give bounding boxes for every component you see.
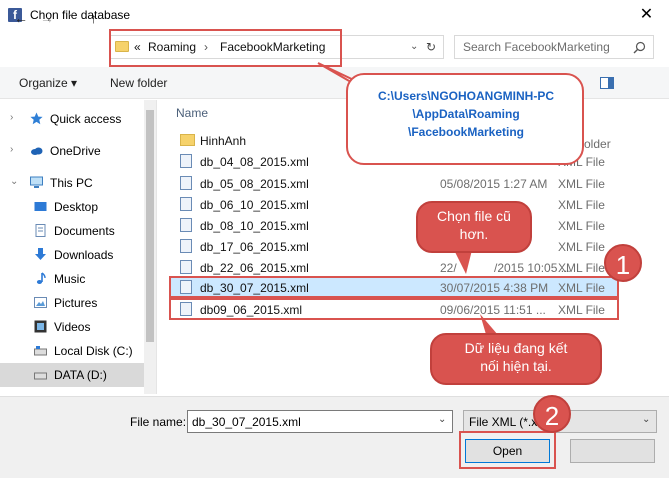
refresh-icon[interactable]: ↻	[426, 40, 436, 54]
current-callout-line-2: nối hiện tại.	[480, 358, 552, 374]
file-name-dropdown-icon[interactable]: ⌄	[438, 414, 446, 425]
sidebar-item-onedrive[interactable]: › OneDrive	[0, 139, 156, 163]
cancel-button[interactable]	[570, 439, 655, 463]
file-name: db_22_06_2015.xml	[200, 261, 309, 275]
sidebar-item-music[interactable]: Music	[0, 267, 156, 291]
sidebar-label: Quick access	[50, 112, 122, 126]
up-icon[interactable]: ↑	[90, 10, 97, 26]
download-icon	[35, 248, 46, 260]
sidebar-label: OneDrive	[50, 144, 101, 158]
open-button-highlight	[459, 431, 556, 469]
sidebar-label: Desktop	[54, 200, 99, 214]
xml-file-icon	[180, 176, 192, 190]
sidebar-item-downloads[interactable]: Downloads	[0, 243, 156, 267]
file-type: XML File	[558, 261, 605, 275]
folder-icon	[180, 134, 195, 146]
file-name: db_08_10_2015.xml	[200, 219, 309, 233]
sidebar-item-this-pc[interactable]: ⌄ This PC	[0, 171, 156, 195]
star-icon	[30, 112, 43, 125]
current-callout-line-1: Dữ liệu đang kết	[464, 340, 568, 356]
sidebar-label: Local Disk (C:)	[54, 344, 133, 358]
step-badge-2: 2	[533, 395, 571, 433]
file-type-value: File XML (*.x	[469, 415, 538, 429]
sidebar-item-pictures[interactable]: Pictures	[0, 291, 156, 315]
sidebar-label: Downloads	[54, 248, 114, 262]
videos-icon	[34, 320, 47, 333]
older-callout-line-1: Chọn file cũ	[437, 208, 511, 224]
file-type: XML File	[558, 198, 605, 212]
address-dropdown-icon[interactable]: ⌄	[410, 41, 418, 52]
file-row[interactable]: db_17_06_2015.xml XML File	[170, 236, 618, 257]
file-name: db_04_08_2015.xml	[200, 155, 309, 169]
forward-icon[interactable]: →	[40, 10, 54, 26]
file-row[interactable]: db_08_10_2015.xml XML File	[170, 215, 618, 236]
sidebar-item-local-disk-c[interactable]: Local Disk (C:)	[0, 339, 156, 363]
file-type: XML File	[558, 240, 605, 254]
music-icon	[36, 272, 46, 284]
search-placeholder: Search FacebookMarketing	[463, 40, 610, 54]
computer-icon	[30, 176, 43, 188]
current-file-highlight	[169, 298, 619, 320]
desktop-icon	[34, 202, 47, 211]
sidebar-item-documents[interactable]: Documents	[0, 219, 156, 243]
selected-file-highlight	[169, 276, 619, 298]
path-callout-line-1: C:\Users\NGOHOANGMINH-PC	[377, 89, 554, 103]
recent-dropdown-icon[interactable]: ⌄	[66, 6, 75, 19]
cloud-icon	[31, 147, 43, 155]
file-row[interactable]: db_22_06_2015.xml 22/ /2015 10:05 ... XM…	[170, 257, 618, 278]
column-header-name[interactable]: Name	[176, 106, 208, 120]
drive-icon	[34, 372, 47, 380]
sidebar-label: DATA (D:)	[54, 368, 107, 382]
xml-file-icon	[180, 218, 192, 232]
file-name: db_06_10_2015.xml	[200, 198, 309, 212]
sidebar-item-data-d[interactable]: DATA (D:)	[0, 363, 156, 387]
chevron-right-icon: ›	[10, 144, 14, 155]
file-name: HinhAnh	[200, 134, 247, 148]
file-name-label: File name:	[130, 415, 187, 429]
preview-pane-icon[interactable]	[600, 77, 614, 89]
sidebar-label: Pictures	[54, 296, 98, 310]
file-name-value: db_30_07_2015.xml	[192, 415, 301, 429]
sidebar-label: Documents	[54, 224, 115, 238]
new-folder-button[interactable]: New folder	[110, 76, 167, 90]
file-date: 05/08/2015 1:27 AM	[440, 177, 548, 191]
path-callout-line-2: \AppData\Roaming	[412, 107, 520, 121]
drive-icon	[34, 346, 47, 356]
sidebar-item-desktop[interactable]: Desktop	[0, 195, 156, 219]
xml-file-icon	[180, 154, 192, 168]
sidebar-item-quick-access[interactable]: › Quick access	[0, 107, 156, 131]
chevron-down-icon: ⌄	[10, 176, 19, 187]
search-icon[interactable]	[633, 41, 646, 54]
sidebar-label: This PC	[50, 176, 93, 190]
sidebar-label: Music	[54, 272, 86, 286]
close-button[interactable]: ✕	[624, 0, 669, 31]
back-icon[interactable]: ←	[14, 10, 28, 26]
file-type: XML File	[558, 177, 605, 191]
sidebar-scroll-thumb[interactable]	[146, 110, 154, 342]
sidebar-item-videos[interactable]: Videos	[0, 315, 156, 339]
older-callout-line-2: hơn.	[459, 226, 489, 242]
organize-button[interactable]: Organize ▾	[19, 76, 77, 90]
pictures-icon	[34, 297, 47, 308]
sidebar-label: Videos	[54, 320, 91, 334]
documents-icon	[35, 224, 46, 237]
path-callout-line-3: \FacebookMarketing	[407, 125, 525, 139]
xml-file-icon	[180, 197, 192, 211]
file-row[interactable]: db_05_08_2015.xml 05/08/2015 1:27 AM XML…	[170, 173, 618, 194]
file-type: XML File	[558, 219, 605, 233]
file-name: db_17_06_2015.xml	[200, 240, 309, 254]
xml-file-icon	[180, 239, 192, 253]
file-row[interactable]: db_06_10_2015.xml XML File	[170, 194, 618, 215]
file-name: db_05_08_2015.xml	[200, 177, 309, 191]
xml-file-icon	[180, 260, 192, 274]
chevron-right-icon: ›	[10, 112, 14, 123]
file-type-dropdown-icon[interactable]: ⌄	[642, 414, 650, 425]
step-badge-1: 1	[604, 244, 642, 282]
